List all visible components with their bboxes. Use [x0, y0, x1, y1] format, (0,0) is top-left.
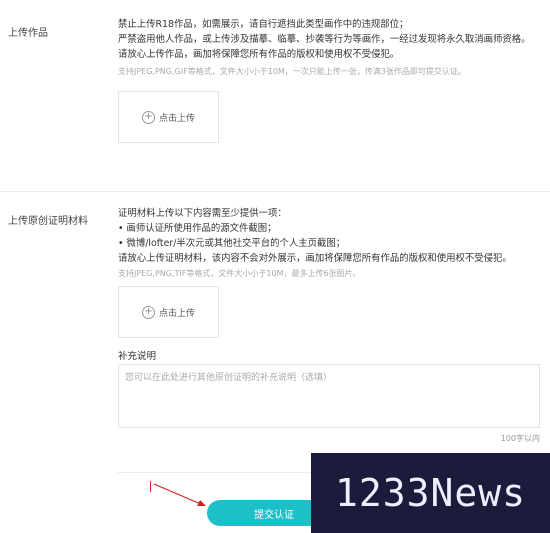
format-hint: 支持JPEG,PNG,TIF等格式，文件大小小于10M，最多上传6张图片。 — [118, 269, 361, 278]
red-arrow-icon — [153, 483, 206, 506]
format-hint: 支持JPEG,PNG,GIF等格式，文件大小小于10M，一次只能上传一张，传满3… — [118, 67, 466, 76]
section-label-upload-work: 上传作品 — [8, 28, 48, 39]
char-counter: 100字以内 — [500, 434, 540, 443]
supplement-textarea[interactable]: 您可以在此处进行其他原创证明的补充说明（选填） — [118, 364, 540, 428]
plus-icon: + — [141, 305, 155, 319]
rule-line: • 画师认证所使用作品的源文件截图； — [118, 223, 277, 234]
rule-line: 证明材料上传以下内容需至少提供一项： — [118, 208, 287, 219]
upload-work-button[interactable]: + 点击上传 — [118, 91, 219, 143]
rule-line: 禁止上传R18作品，如需展示，请自行遮挡此类型画作中的违规部位； — [118, 19, 409, 30]
rule-line: 严禁盗用他人作品，或上传涉及描摹、临摹、抄袭等行为等画作，一经过发现将永久取消画… — [118, 34, 531, 45]
upload-proof-button[interactable]: + 点击上传 — [118, 286, 219, 338]
upload-label: 点击上传 — [158, 113, 195, 124]
watermark-text: 1233News — [334, 471, 527, 515]
watermark-logo: 1233News — [311, 453, 550, 533]
plus-icon: + — [141, 110, 155, 124]
rule-line: 请放心上传证明材料，该内容不会对外展示，画加将保障您所有作品的版权和使用权不受侵… — [118, 253, 512, 264]
supplement-title: 补充说明 — [118, 351, 157, 362]
supplement-placeholder: 您可以在此处进行其他原创证明的补充说明（选填） — [125, 373, 333, 383]
section-label-proof-materials: 上传原创证明材料 — [8, 216, 88, 227]
rule-line: • 微博/lofter/半次元或其他社交平台的个人主页截图； — [118, 238, 346, 249]
rule-line: 请放心上传作品，画加将保障您所有作品的版权和使用权不受侵犯。 — [118, 49, 400, 60]
section-divider — [0, 191, 550, 192]
upload-label: 点击上传 — [158, 308, 195, 319]
